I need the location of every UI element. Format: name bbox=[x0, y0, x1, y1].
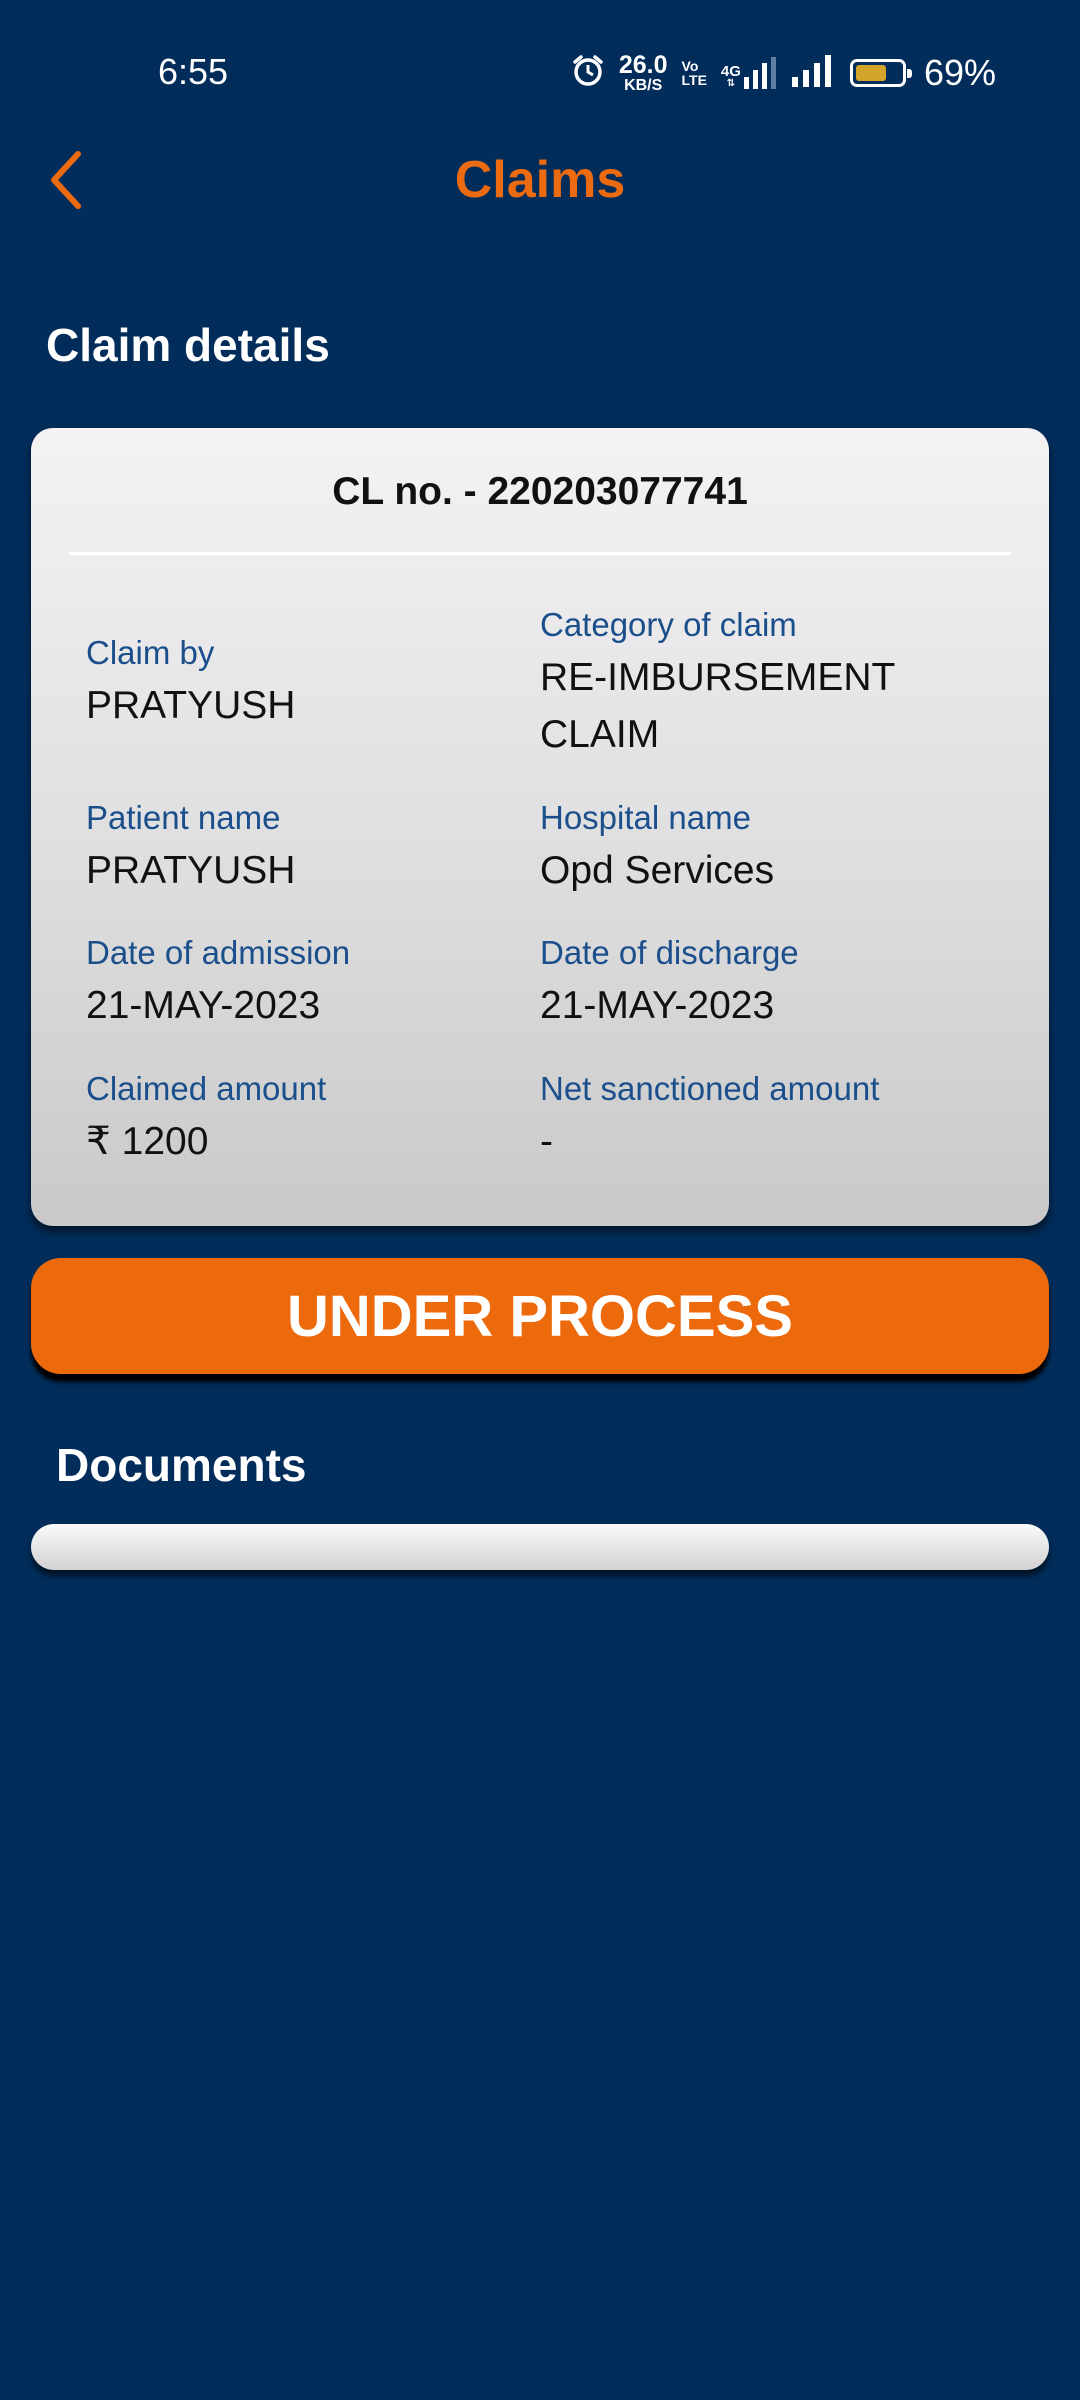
field-value: ₹ 1200 bbox=[86, 1120, 209, 1163]
battery-icon bbox=[849, 59, 912, 87]
card-divider bbox=[69, 552, 1011, 555]
field-value: RE-IMBURSEMENT CLAIM bbox=[540, 656, 895, 756]
documents-heading: Documents bbox=[56, 1439, 307, 1491]
field-label: Date of discharge bbox=[540, 934, 799, 971]
alarm-icon bbox=[571, 54, 605, 93]
field-label: Patient name bbox=[86, 799, 281, 836]
field-category-of-claim: Category of claim RE-IMBURSEMENT CLAIM bbox=[540, 605, 940, 763]
field-value: 21-MAY-2023 bbox=[540, 984, 775, 1027]
field-label: Date of admission bbox=[86, 934, 351, 971]
signal-4g-icon: 4G ⇅ bbox=[721, 57, 778, 89]
claim-number: CL no. - 220203077741 bbox=[332, 470, 748, 513]
field-label: Hospital name bbox=[540, 799, 751, 836]
field-date-of-admission: Date of admission 21-MAY-2023 bbox=[86, 933, 526, 1034]
field-patient-name: Patient name PRATYUSH bbox=[86, 798, 526, 899]
claim-details-heading: Claim details bbox=[46, 319, 330, 371]
network-speed: 26.0 KB/S bbox=[618, 50, 668, 94]
battery-fill bbox=[855, 65, 887, 81]
status-time: 6:55 bbox=[158, 51, 229, 92]
volte-top: Vo bbox=[681, 58, 699, 74]
volte-indicator: Vo LTE bbox=[682, 59, 707, 87]
field-value: PRATYUSH bbox=[86, 849, 296, 892]
battery-percent: 69% bbox=[923, 52, 996, 93]
network-speed-unit: KB/S bbox=[624, 76, 663, 94]
field-label: Claim by bbox=[86, 634, 215, 671]
network-type: 4G bbox=[720, 63, 741, 80]
volte-bottom: LTE bbox=[681, 72, 707, 88]
field-hospital-name: Hospital name Opd Services bbox=[540, 798, 980, 899]
field-label: Claimed amount bbox=[86, 1070, 327, 1107]
field-date-of-discharge: Date of discharge 21-MAY-2023 bbox=[540, 933, 980, 1034]
field-net-sanctioned-amount: Net sanctioned amount - bbox=[540, 1069, 980, 1170]
claim-status-button[interactable]: UNDER PROCESS bbox=[31, 1258, 1049, 1374]
field-value: 21-MAY-2023 bbox=[86, 984, 321, 1027]
field-claim-by: Claim by PRATYUSH bbox=[86, 633, 526, 734]
claim-details-card: CL no. - 220203077741 Claim by PRATYUSH … bbox=[31, 428, 1049, 1226]
app-bar: Claims bbox=[0, 140, 1080, 220]
field-claimed-amount: Claimed amount ₹ 1200 bbox=[86, 1069, 526, 1170]
signal-icon bbox=[791, 54, 836, 92]
field-label: Category of claim bbox=[540, 606, 797, 643]
field-value: - bbox=[540, 1120, 553, 1163]
field-value: PRATYUSH bbox=[86, 684, 296, 727]
documents-list bbox=[31, 1524, 1049, 1570]
status-bar: 6:55 26.0 KB/S Vo LTE 4G ⇅ 69% bbox=[0, 0, 1080, 140]
field-label: Net sanctioned amount bbox=[540, 1070, 880, 1107]
network-speed-value: 26.0 bbox=[618, 50, 668, 79]
page-title: Claims bbox=[454, 151, 626, 209]
field-value: Opd Services bbox=[540, 849, 775, 892]
status-icons: 26.0 KB/S Vo LTE 4G ⇅ 69% bbox=[571, 50, 996, 96]
